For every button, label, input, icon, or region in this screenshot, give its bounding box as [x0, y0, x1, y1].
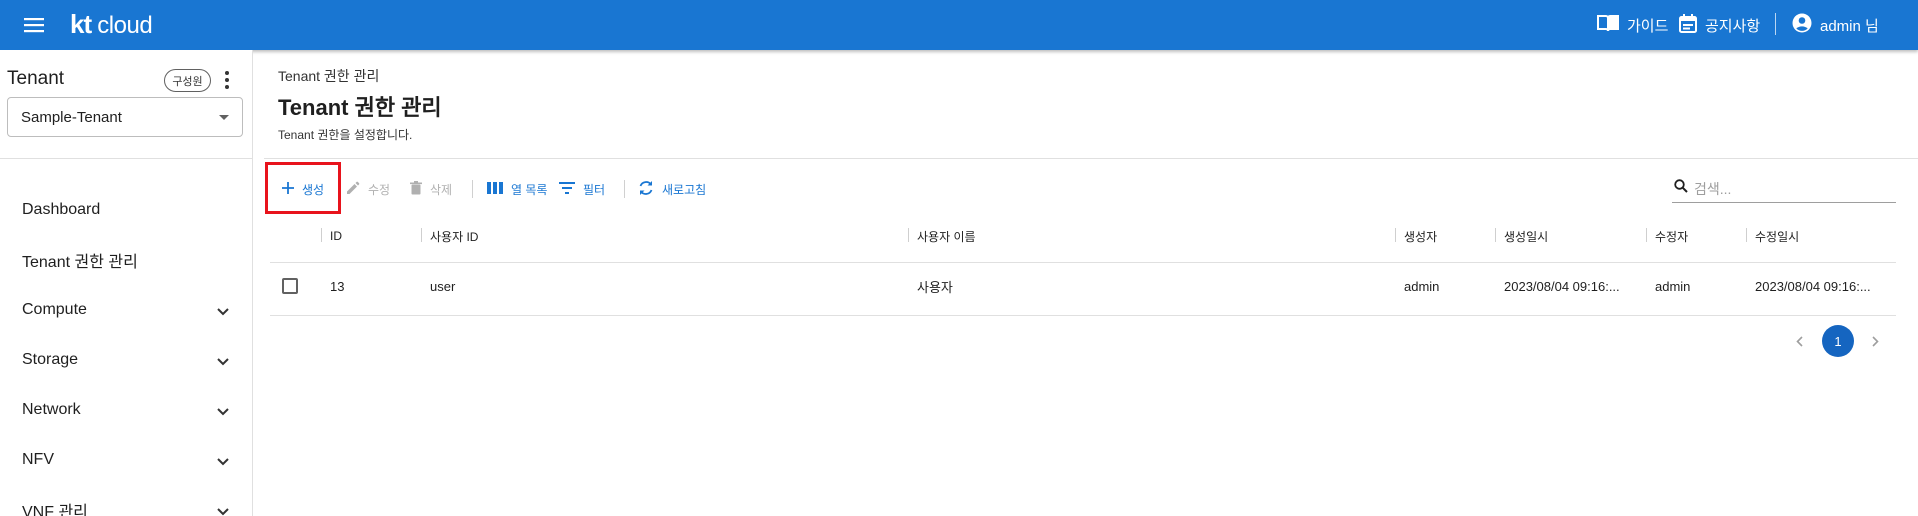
table-row-divider: [270, 315, 1896, 316]
toolbar-divider: [472, 180, 473, 198]
sidebar-item-label: Tenant 권한 관리: [22, 254, 138, 271]
cell-modified-at: 2023/08/04 09:16:...: [1755, 278, 1871, 294]
column-header-creator[interactable]: 생성자: [1404, 226, 1437, 246]
guide-link[interactable]: 가이드: [1597, 0, 1668, 50]
cell-created-at: 2023/08/04 09:16:...: [1504, 278, 1620, 294]
cell-modifier: admin: [1655, 278, 1691, 294]
cell-user-name: 사용자: [917, 279, 953, 295]
delete-button[interactable]: 삭제: [410, 171, 452, 207]
column-separator: [1646, 228, 1647, 242]
refresh-icon: [638, 180, 654, 199]
sidebar-item-network[interactable]: Network: [0, 385, 253, 435]
cell-creator: admin: [1404, 278, 1440, 294]
sidebar-divider: [0, 158, 253, 159]
user-label: admin 님: [1820, 17, 1879, 35]
top-app-bar: kt cloud 가이드 공지사항 admin 님: [0, 0, 1918, 50]
sidebar-item-label: Dashboard: [22, 201, 101, 218]
search-field[interactable]: [1672, 175, 1896, 203]
sidebar-item-label: NFV: [22, 451, 54, 468]
view-column-icon: [487, 181, 503, 197]
edit-button[interactable]: 수정: [346, 171, 390, 207]
column-header-created-at[interactable]: 생성일시: [1504, 226, 1548, 246]
columns-label: 열 목록: [511, 182, 548, 197]
dropdown-caret-icon: [219, 115, 229, 120]
sidebar-item-vnf[interactable]: VNF 관리: [0, 485, 253, 516]
notice-label: 공지사항: [1705, 17, 1761, 35]
column-header-id[interactable]: ID: [330, 226, 342, 246]
column-separator: [1746, 228, 1747, 242]
sidebar: Tenant 구성원 Sample-Tenant Dashboard Tenan…: [0, 50, 253, 516]
filter-label: 필터: [583, 182, 606, 197]
chevron-down-icon: [217, 403, 229, 421]
search-icon: [1674, 179, 1688, 198]
tenant-select[interactable]: Sample-Tenant: [7, 97, 243, 137]
filter-list-icon: [559, 181, 575, 197]
chevron-down-icon: [217, 303, 229, 321]
sidebar-item-label: Network: [22, 401, 81, 418]
header-divider: [1775, 13, 1776, 35]
chevron-left-icon[interactable]: [1789, 331, 1809, 351]
user-menu[interactable]: admin 님: [1792, 0, 1879, 50]
toolbar-divider: [624, 180, 625, 198]
table-header-divider: [270, 262, 1896, 263]
column-separator: [1395, 228, 1396, 242]
pencil-icon: [346, 181, 360, 198]
column-header-modified-at[interactable]: 수정일시: [1755, 226, 1799, 246]
columns-button[interactable]: 열 목록: [487, 171, 547, 207]
delete-label: 삭제: [430, 182, 453, 197]
row-checkbox[interactable]: [282, 278, 298, 294]
column-separator: [321, 228, 322, 242]
highlight-annotation-box: [265, 162, 341, 214]
hamburger-menu-icon[interactable]: [20, 11, 48, 39]
sidebar-item-label: Storage: [22, 351, 79, 368]
search-input[interactable]: [1694, 180, 1884, 197]
notice-link[interactable]: 공지사항: [1679, 0, 1760, 50]
sidebar-item-tenant-permission[interactable]: Tenant 권한 관리: [0, 235, 253, 285]
role-chip: 구성원: [164, 69, 211, 92]
logo-cloud-text: cloud: [97, 12, 153, 39]
chevron-down-icon: [217, 453, 229, 471]
refresh-label: 새로고침: [662, 182, 707, 197]
cell-id: 13: [330, 278, 345, 294]
sidebar-title: Tenant: [7, 68, 65, 89]
column-header-user-id[interactable]: 사용자 ID: [430, 226, 478, 246]
column-header-user-name[interactable]: 사용자 이름: [917, 226, 976, 246]
column-separator: [421, 228, 422, 242]
guide-label: 가이드: [1627, 17, 1669, 35]
column-separator: [908, 228, 909, 242]
column-separator: [1495, 228, 1496, 242]
sidebar-item-compute[interactable]: Compute: [0, 285, 253, 335]
main-content: Tenant 권한 관리 Tenant 권한 관리 Tenant 권한을 설정합…: [254, 50, 1918, 516]
tenant-select-value: Sample-Tenant: [21, 108, 122, 126]
trash-icon: [410, 180, 422, 198]
chevron-down-icon: [217, 353, 229, 371]
more-vert-icon[interactable]: [217, 67, 237, 93]
sidebar-item-label: Compute: [22, 301, 87, 318]
cell-user-id: user: [430, 278, 456, 294]
calendar-icon: [1679, 13, 1697, 37]
sidebar-item-label: VNF 관리: [22, 504, 88, 516]
page-button-current[interactable]: 1: [1822, 325, 1854, 357]
logo-kt-text: kt: [70, 9, 92, 39]
chevron-right-icon[interactable]: [1865, 331, 1885, 351]
sidebar-item-dashboard[interactable]: Dashboard: [0, 185, 253, 235]
chevron-down-icon: [217, 503, 229, 516]
page-title: Tenant 권한 관리: [278, 95, 442, 120]
page-description: Tenant 권한을 설정합니다.: [278, 128, 413, 142]
edit-label: 수정: [368, 182, 391, 197]
sidebar-item-nfv[interactable]: NFV: [0, 435, 253, 485]
kt-cloud-logo[interactable]: kt cloud: [70, 9, 153, 40]
column-header-modifier[interactable]: 수정자: [1655, 226, 1688, 246]
sidebar-item-storage[interactable]: Storage: [0, 335, 253, 385]
filter-button[interactable]: 필터: [559, 171, 605, 207]
breadcrumb: Tenant 권한 관리: [278, 68, 380, 84]
account-circle-icon: [1792, 13, 1812, 37]
book-icon: [1597, 14, 1619, 36]
header-divider-line: [264, 158, 1918, 159]
refresh-button[interactable]: 새로고침: [638, 171, 706, 207]
